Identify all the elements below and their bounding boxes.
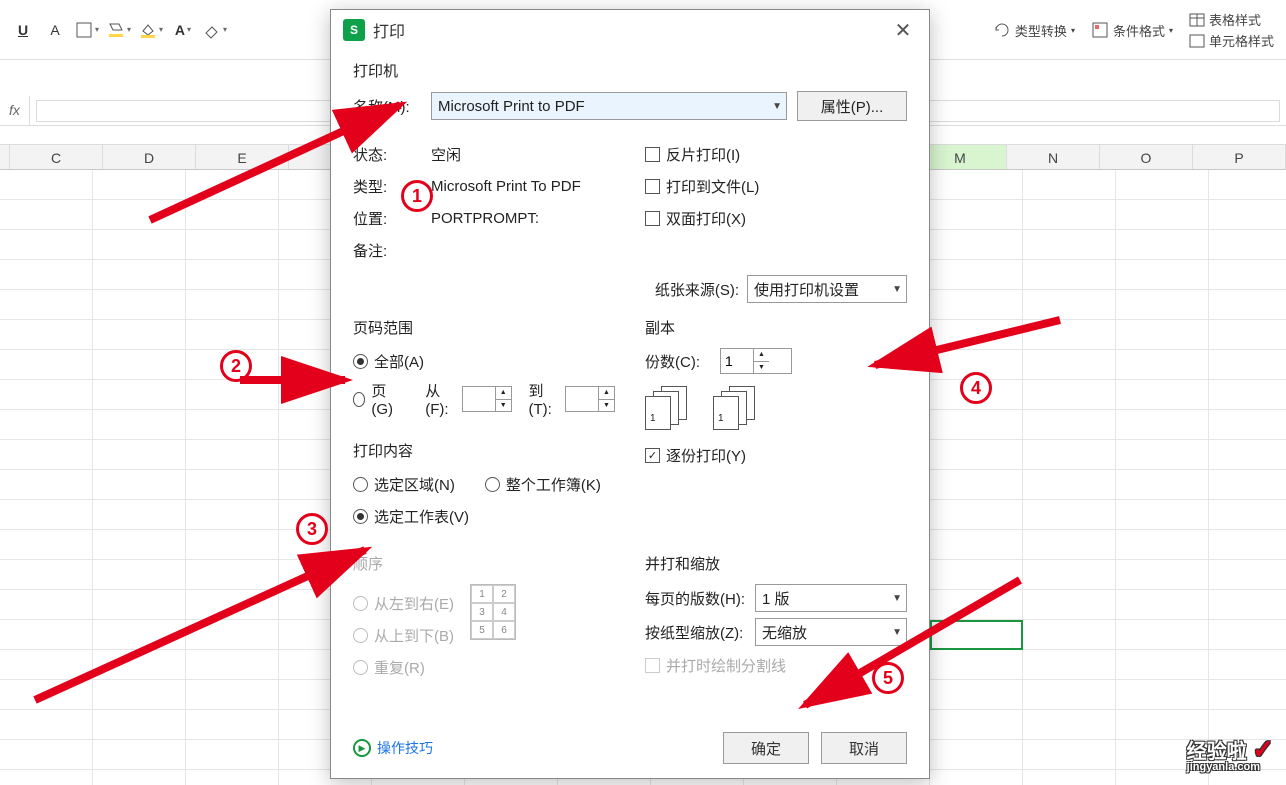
range-to-label: 到(T):: [529, 380, 559, 418]
col-O[interactable]: O: [1100, 145, 1193, 169]
copies-spin[interactable]: ▲▼: [720, 348, 792, 374]
content-workbook-radio[interactable]: 整个工作簿(K): [485, 474, 601, 495]
merge-group-label: 并打和缩放: [645, 553, 907, 574]
annotation-arrow-1: [150, 90, 420, 220]
print-to-file-checkbox[interactable]: 打印到文件(L): [645, 173, 907, 199]
tips-link[interactable]: ▶操作技巧: [353, 738, 433, 758]
fill-color-icon[interactable]: [138, 17, 164, 43]
location-value: PORTPROMPT:: [431, 210, 539, 227]
col-P[interactable]: P: [1193, 145, 1286, 169]
table-style-button[interactable]: 表格样式: [1189, 10, 1274, 29]
status-value: 空闲: [431, 144, 461, 165]
annotation-arrow-5: [790, 580, 1020, 720]
mirror-checkbox[interactable]: 反片打印(I): [645, 141, 907, 167]
copies-label: 份数(C):: [645, 351, 700, 372]
fill-icon[interactable]: [106, 17, 132, 43]
annotation-arrow-2: [240, 360, 360, 400]
content-sheet-radio[interactable]: 选定工作表(V): [353, 503, 615, 529]
play-icon: ▶: [353, 739, 371, 757]
order-preview-icon: 123456: [470, 584, 516, 640]
content-group-label: 打印内容: [353, 440, 615, 461]
duplex-checkbox[interactable]: 双面打印(X): [645, 205, 907, 231]
collate-checkbox[interactable]: ✓逐份打印(Y): [645, 442, 907, 468]
annotation-arrow-4: [860, 310, 1060, 390]
range-to-spin[interactable]: ▲▼: [565, 386, 615, 412]
close-icon[interactable]: ✕: [889, 16, 917, 44]
col-N[interactable]: N: [1007, 145, 1100, 169]
range-group-label: 页码范围: [353, 317, 615, 338]
printer-group-label: 打印机: [353, 60, 907, 81]
printer-name-combo[interactable]: Microsoft Print to PDF ▼: [431, 92, 787, 120]
properties-button[interactable]: 属性(P)...: [797, 91, 907, 121]
scale-label: 按纸型缩放(Z):: [645, 622, 755, 643]
annotation-arrow-3: [35, 470, 375, 700]
order-group-label: 顺序: [353, 553, 615, 574]
printer-name-value: Microsoft Print to PDF: [438, 98, 585, 115]
type-convert-button[interactable]: 类型转换▾: [993, 21, 1075, 40]
paper-source-label: 纸张来源(S):: [655, 279, 739, 300]
range-pages-radio[interactable]: 页(G) 从(F): ▲▼ 到(T): ▲▼: [353, 380, 615, 418]
pages-per-label: 每页的版数(H):: [645, 588, 755, 609]
cancel-button[interactable]: 取消: [821, 732, 907, 764]
fx-label: fx: [0, 96, 30, 125]
range-from-label: 从(F):: [425, 380, 455, 418]
ok-button[interactable]: 确定: [723, 732, 809, 764]
font-color-icon[interactable]: A: [170, 17, 196, 43]
eraser-icon[interactable]: [202, 17, 228, 43]
type-value: Microsoft Print To PDF: [431, 178, 581, 195]
font-a-icon[interactable]: A: [42, 17, 68, 43]
cond-format-button[interactable]: 条件格式▾: [1091, 21, 1173, 40]
cell-style-button[interactable]: 单元格样式: [1189, 31, 1274, 50]
range-all-radio[interactable]: 全部(A): [353, 348, 615, 374]
watermark: 经验啦 ✓ jingyanla.com: [1187, 736, 1274, 773]
app-icon: S: [343, 19, 365, 41]
note-label: 备注:: [353, 240, 431, 261]
dialog-title: 打印: [373, 18, 405, 42]
collate-preview: 321 321: [645, 386, 907, 430]
col-C[interactable]: C: [10, 145, 103, 169]
paper-source-combo[interactable]: 使用打印机设置▼: [747, 275, 907, 303]
range-from-spin[interactable]: ▲▼: [462, 386, 512, 412]
underline-icon[interactable]: U: [10, 17, 36, 43]
border-icon[interactable]: [74, 17, 100, 43]
